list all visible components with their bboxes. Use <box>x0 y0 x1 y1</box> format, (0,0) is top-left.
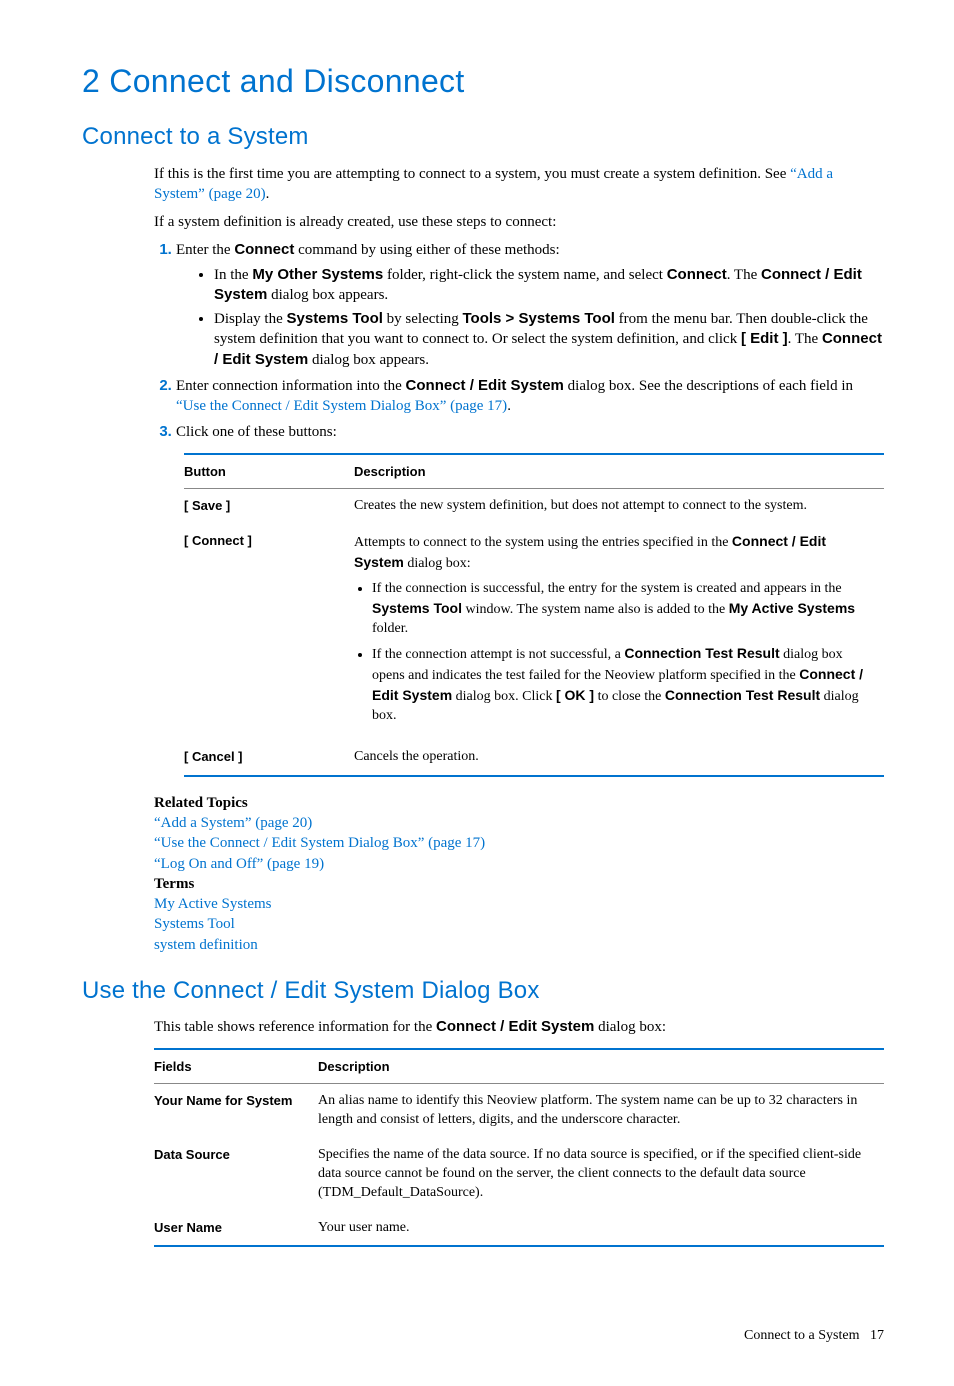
table-row: Your Name for System An alias name to id… <box>154 1084 884 1138</box>
bold: Systems Tool <box>287 310 383 327</box>
text: If this is the first time you are attemp… <box>154 166 790 182</box>
field-name: Data Source <box>154 1138 318 1211</box>
footer-label: Connect to a System <box>744 1328 860 1343</box>
bold: My Other Systems <box>252 266 383 283</box>
field-desc: An alias name to identify this Neoview p… <box>318 1084 884 1138</box>
field-name: User Name <box>154 1211 318 1247</box>
text: This table shows reference information f… <box>154 1019 436 1035</box>
step-1-bullet-2: Display the Systems Tool by selecting To… <box>214 309 884 370</box>
text: dialog box appears. <box>267 287 388 303</box>
field-name: Your Name for System <box>154 1084 318 1138</box>
text: . The <box>788 331 822 347</box>
text: command by using either of these methods… <box>294 242 559 258</box>
bold: Tools > Systems Tool <box>463 310 615 327</box>
text: to close the <box>594 689 665 704</box>
text: . The <box>727 267 761 283</box>
field-desc: Specifies the name of the data source. I… <box>318 1138 884 1211</box>
button-name: [ Cancel ] <box>184 740 354 776</box>
col-button: Button <box>184 454 354 489</box>
page-footer: Connect to a System 17 <box>82 1327 884 1346</box>
text: dialog box. See the descriptions of each… <box>564 378 853 394</box>
button-name: [ Connect ] <box>184 524 354 740</box>
text: Enter the <box>176 242 234 258</box>
bold: Systems Tool <box>372 600 462 616</box>
text: In the <box>214 267 252 283</box>
bold: My Active Systems <box>729 600 855 616</box>
text: . <box>266 186 270 202</box>
bold: Connection Test Result <box>665 687 820 703</box>
related-link[interactable]: “Use the Connect / Edit System Dialog Bo… <box>154 835 485 851</box>
text: dialog box. Click <box>452 689 556 704</box>
text: If the connection attempt is not success… <box>372 647 624 662</box>
text: dialog box appears. <box>308 352 429 368</box>
step-1: Enter the Connect command by using eithe… <box>176 240 884 370</box>
buttons-table: Button Description [ Save ] Creates the … <box>184 453 884 777</box>
table-row: [ Save ] Creates the new system definiti… <box>184 489 884 524</box>
chapter-title: 2 Connect and Disconnect <box>82 60 884 103</box>
button-desc: Creates the new system definition, but d… <box>354 489 884 524</box>
text: . <box>507 398 511 414</box>
step-2: Enter connection information into the Co… <box>176 376 884 417</box>
bold: Connection Test Result <box>624 645 779 661</box>
button-desc: Cancels the operation. <box>354 740 884 776</box>
bold: [ OK ] <box>556 687 594 703</box>
bold: Connect / Edit System <box>406 377 564 394</box>
col-fields: Fields <box>154 1049 318 1084</box>
text: folder, right-click the system name, and… <box>383 267 666 283</box>
text: Display the <box>214 311 287 327</box>
table-row: User Name Your user name. <box>154 1211 884 1247</box>
section-use-dialog-box: Use the Connect / Edit System Dialog Box <box>82 975 884 1007</box>
terms-heading: Terms <box>154 874 884 894</box>
text: Enter connection information into the <box>176 378 406 394</box>
button-desc: Attempts to connect to the system using … <box>354 524 884 740</box>
text: dialog box: <box>594 1019 666 1035</box>
term-link[interactable]: system definition <box>154 937 258 953</box>
text: dialog box: <box>404 556 471 571</box>
field-desc: Your user name. <box>318 1211 884 1247</box>
list-item: If the connection attempt is not success… <box>372 644 874 726</box>
fields-table: Fields Description Your Name for System … <box>154 1048 884 1248</box>
term-link[interactable]: Systems Tool <box>154 916 235 932</box>
page-number: 17 <box>870 1328 884 1343</box>
related-link[interactable]: “Log On and Off” (page 19) <box>154 856 324 872</box>
text: window. The system name also is added to… <box>462 602 729 617</box>
bold: Connect / Edit System <box>436 1018 594 1035</box>
text: folder. <box>372 621 408 636</box>
bold: Connect <box>667 266 727 283</box>
term-link[interactable]: My Active Systems <box>154 896 272 912</box>
bold: [ Edit ] <box>741 330 788 347</box>
step-3: Click one of these buttons: <box>176 422 884 442</box>
text: Attempts to connect to the system using … <box>354 535 732 550</box>
table-row: [ Cancel ] Cancels the operation. <box>184 740 884 776</box>
text: by selecting <box>383 311 463 327</box>
table-row: [ Connect ] Attempts to connect to the s… <box>184 524 884 740</box>
table-row: Data Source Specifies the name of the da… <box>154 1138 884 1211</box>
section-connect-to-system: Connect to a System <box>82 121 884 153</box>
col-description: Description <box>318 1049 884 1084</box>
text: If the connection is successful, the ent… <box>372 581 842 596</box>
bold: Connect <box>234 241 294 258</box>
intro-paragraph-1: If this is the first time you are attemp… <box>154 164 884 205</box>
link-use-dialog-box[interactable]: “Use the Connect / Edit System Dialog Bo… <box>176 398 507 414</box>
section2-intro: This table shows reference information f… <box>154 1017 884 1037</box>
button-name: [ Save ] <box>184 489 354 524</box>
intro-paragraph-2: If a system definition is already create… <box>154 212 884 232</box>
col-description: Description <box>354 454 884 489</box>
list-item: If the connection is successful, the ent… <box>372 580 874 639</box>
related-topics-heading: Related Topics <box>154 793 884 813</box>
step-1-bullet-1: In the My Other Systems folder, right-cl… <box>214 265 884 306</box>
related-link[interactable]: “Add a System” (page 20) <box>154 815 312 831</box>
